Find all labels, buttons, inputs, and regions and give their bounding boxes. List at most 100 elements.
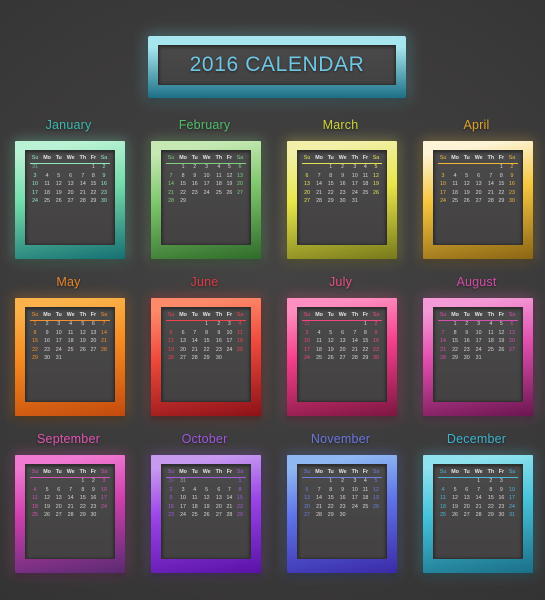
day-cell[interactable]: 4 xyxy=(234,320,245,329)
day-cell[interactable]: 11 xyxy=(64,329,77,337)
day-cell[interactable]: 5 xyxy=(370,477,381,486)
day-cell[interactable]: 24 xyxy=(54,346,64,354)
day-cell[interactable]: 18 xyxy=(41,189,54,197)
day-cell[interactable]: 20 xyxy=(336,346,349,354)
day-cell[interactable]: 14 xyxy=(77,181,88,189)
day-cell[interactable]: 24 xyxy=(224,346,234,354)
day-cell[interactable]: 30 xyxy=(98,197,109,205)
day-cell[interactable]: 31 xyxy=(30,163,41,172)
day-cell[interactable]: 26 xyxy=(224,189,234,197)
day-cell[interactable]: 8 xyxy=(77,486,88,494)
day-cell[interactable]: 13 xyxy=(177,338,190,346)
day-cell[interactable]: 15 xyxy=(360,338,370,346)
day-cell[interactable]: 11 xyxy=(449,181,462,189)
day-cell[interactable]: 31 xyxy=(506,511,517,519)
day-cell[interactable]: 18 xyxy=(213,181,224,189)
day-cell[interactable]: 11 xyxy=(190,495,200,503)
day-cell[interactable]: 11 xyxy=(360,486,370,494)
day-cell[interactable]: 10 xyxy=(506,486,517,494)
day-cell[interactable]: 22 xyxy=(326,503,336,511)
day-cell[interactable]: 6 xyxy=(506,320,517,329)
day-cell[interactable]: 31 xyxy=(349,197,360,205)
day-cell[interactable]: 28 xyxy=(349,354,360,362)
day-cell[interactable]: 30 xyxy=(336,511,349,519)
day-cell[interactable]: 10 xyxy=(30,181,41,189)
day-cell[interactable]: 20 xyxy=(177,346,190,354)
day-cell[interactable]: 4 xyxy=(64,320,77,329)
day-cell[interactable]: 20 xyxy=(506,338,517,346)
day-cell[interactable]: 1 xyxy=(326,477,336,486)
day-cell[interactable]: 7 xyxy=(166,172,177,180)
day-cell[interactable]: 9 xyxy=(506,172,517,180)
day-cell[interactable]: 9 xyxy=(213,329,224,337)
day-cell[interactable]: 6 xyxy=(462,486,472,494)
day-cell[interactable]: 3 xyxy=(496,477,506,486)
day-cell[interactable]: 7 xyxy=(313,486,326,494)
day-cell[interactable]: 2 xyxy=(190,163,200,172)
day-cell[interactable]: 4 xyxy=(41,172,54,180)
day-cell[interactable]: 8 xyxy=(88,172,98,180)
day-cell[interactable]: 18 xyxy=(190,503,200,511)
day-cell[interactable]: 25 xyxy=(41,197,54,205)
day-cell[interactable]: 15 xyxy=(485,495,496,503)
day-cell[interactable]: 2 xyxy=(370,320,381,329)
day-cell[interactable]: 11 xyxy=(313,338,326,346)
day-cell[interactable]: 13 xyxy=(302,495,313,503)
day-cell[interactable]: 28 xyxy=(472,511,485,519)
day-cell[interactable]: 3 xyxy=(200,163,213,172)
day-cell[interactable]: 3 xyxy=(472,320,485,329)
day-cell[interactable]: 10 xyxy=(200,172,213,180)
day-cell[interactable]: 1 xyxy=(472,477,485,486)
day-cell[interactable]: 19 xyxy=(496,338,506,346)
day-cell[interactable]: 12 xyxy=(449,495,462,503)
day-cell[interactable]: 19 xyxy=(41,503,54,511)
day-cell[interactable]: 15 xyxy=(326,181,336,189)
day-cell[interactable]: 29 xyxy=(449,354,462,362)
day-cell[interactable]: 27 xyxy=(234,189,245,197)
day-cell[interactable]: 22 xyxy=(177,189,190,197)
day-cell[interactable]: 17 xyxy=(472,338,485,346)
day-cell[interactable]: 20 xyxy=(472,189,485,197)
day-cell[interactable]: 30 xyxy=(506,197,517,205)
day-cell[interactable]: 2 xyxy=(213,320,224,329)
day-cell[interactable]: 14 xyxy=(98,329,109,337)
day-cell[interactable]: 29 xyxy=(326,511,336,519)
day-cell[interactable]: 23 xyxy=(370,346,381,354)
month-card-august[interactable]: August Su Mo Tu We Th Fr Sa 1 2 3 4 5 6 7 8 9 10 11 12 13 14… xyxy=(409,275,545,432)
day-cell[interactable]: 17 xyxy=(349,495,360,503)
day-cell[interactable]: 3 xyxy=(98,477,109,486)
month-card-june[interactable]: June Su Mo Tu We Th Fr Sa 1 2 3 4 5 6 7 8 9 10 11 12 13 14 15… xyxy=(137,275,273,432)
day-cell[interactable]: 29 xyxy=(234,511,245,519)
day-cell[interactable]: 14 xyxy=(313,181,326,189)
day-cell[interactable]: 17 xyxy=(438,189,449,197)
day-cell[interactable]: 28 xyxy=(64,511,77,519)
day-cell[interactable]: 27 xyxy=(213,511,224,519)
day-cell[interactable]: 28 xyxy=(485,197,496,205)
day-cell[interactable]: 16 xyxy=(336,495,349,503)
day-cell[interactable]: 30 xyxy=(370,354,381,362)
day-cell[interactable]: 7 xyxy=(313,172,326,180)
day-cell[interactable]: 14 xyxy=(190,338,200,346)
day-cell[interactable]: 18 xyxy=(485,338,496,346)
day-cell[interactable]: 5 xyxy=(41,486,54,494)
day-cell[interactable]: 13 xyxy=(472,181,485,189)
day-cell[interactable]: 12 xyxy=(326,338,336,346)
day-cell[interactable]: 27 xyxy=(472,197,485,205)
day-cell[interactable]: 20 xyxy=(88,338,98,346)
day-cell[interactable]: 17 xyxy=(200,181,213,189)
day-cell[interactable]: 12 xyxy=(200,495,213,503)
day-cell[interactable]: 10 xyxy=(54,329,64,337)
day-cell[interactable]: 2 xyxy=(336,163,349,172)
day-cell[interactable]: 5 xyxy=(224,163,234,172)
day-cell[interactable]: 14 xyxy=(224,495,234,503)
day-cell[interactable]: 20 xyxy=(213,503,224,511)
day-cell[interactable]: 17 xyxy=(98,495,109,503)
day-cell[interactable]: 13 xyxy=(64,181,77,189)
month-card-january[interactable]: January Su Mo Tu We Th Fr Sa 31 1 2 3 4 5 6 7 8 9 10 11 12 1… xyxy=(1,118,137,275)
day-cell[interactable]: 7 xyxy=(98,320,109,329)
day-cell[interactable]: 22 xyxy=(200,346,213,354)
day-cell[interactable]: 5 xyxy=(54,172,64,180)
day-cell[interactable]: 14 xyxy=(438,338,449,346)
day-cell[interactable]: 21 xyxy=(98,338,109,346)
day-cell[interactable]: 21 xyxy=(438,346,449,354)
